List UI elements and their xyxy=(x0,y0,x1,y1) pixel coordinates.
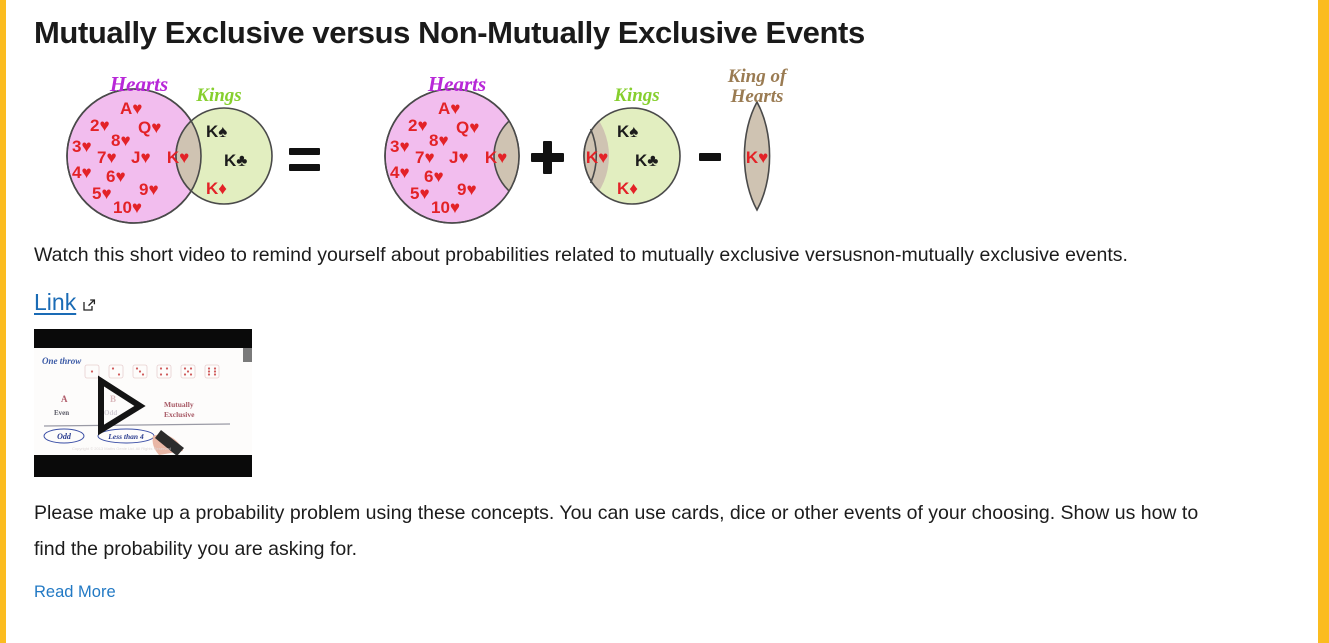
video-label-b-sub: Odd xyxy=(104,409,117,417)
video-result-line2: Exclusive xyxy=(164,410,195,419)
svg-text:4♥: 4♥ xyxy=(390,163,410,182)
svg-text:A♥: A♥ xyxy=(120,99,142,118)
external-link-icon xyxy=(82,298,96,312)
svg-text:2♥: 2♥ xyxy=(90,116,110,135)
content-column: Mutually Exclusive versus Non-Mutually E… xyxy=(34,0,1214,602)
video-label-a: A xyxy=(61,394,68,404)
operator-minus xyxy=(699,153,721,162)
svg-text:3♥: 3♥ xyxy=(72,137,92,156)
svg-text:K♦: K♦ xyxy=(206,179,227,198)
svg-text:K♦: K♦ xyxy=(617,179,638,198)
operator-plus xyxy=(531,141,564,175)
paragraph-watch-video: Watch this short video to remind yoursel… xyxy=(34,244,1128,267)
read-more-link[interactable]: Read More xyxy=(34,583,116,602)
svg-text:5♥: 5♥ xyxy=(410,184,430,203)
link-row: Link xyxy=(34,287,1214,317)
left-accent-bar xyxy=(0,0,6,643)
video-label-b: B xyxy=(110,394,116,404)
overlap-card-1: K♥ xyxy=(167,148,189,167)
overlap-card-3: K♥ xyxy=(586,148,608,167)
operator-equals xyxy=(289,148,320,172)
svg-text:10♥: 10♥ xyxy=(431,198,460,217)
king-of-hearts-label-line1: King of xyxy=(727,66,788,87)
svg-text:7♥: 7♥ xyxy=(415,148,435,167)
svg-text:7♥: 7♥ xyxy=(97,148,117,167)
svg-text:K♠: K♠ xyxy=(206,122,227,141)
venn-svg: Hearts Kings A♥ 2♥ Q♥ 8♥ 3♥ 7♥ J♥ 4♥ 6♥ … xyxy=(66,66,788,224)
video-letterbox-top xyxy=(34,329,252,349)
svg-text:J♥: J♥ xyxy=(131,148,151,167)
right-accent-bar xyxy=(1318,0,1329,643)
hearts-label-1: Hearts xyxy=(109,72,168,96)
svg-text:K♠: K♠ xyxy=(617,122,638,141)
svg-text:Q♥: Q♥ xyxy=(456,118,479,137)
kings-label-3: Kings xyxy=(613,85,659,106)
svg-text:9♥: 9♥ xyxy=(457,180,477,199)
video-frame-content: One throw A Even B Odd Mutually Exclusiv… xyxy=(34,348,252,456)
hearts-label-2: Hearts xyxy=(427,72,486,96)
page-root: Mutually Exclusive versus Non-Mutually E… xyxy=(0,0,1329,643)
svg-text:Odd: Odd xyxy=(57,432,72,441)
video-letterbox-bottom xyxy=(34,455,252,478)
video-label-a-sub: Even xyxy=(54,409,69,417)
venn-group-4: King of Hearts K♥ xyxy=(727,66,788,212)
overlap-card-2: K♥ xyxy=(485,148,507,167)
paragraph-assignment: Please make up a probability problem usi… xyxy=(34,502,1199,561)
page-title: Mutually Exclusive versus Non-Mutually E… xyxy=(34,15,865,50)
venn-diagram-figure: Hearts Kings A♥ 2♥ Q♥ 8♥ 3♥ 7♥ J♥ 4♥ 6♥ … xyxy=(34,61,794,229)
svg-text:J♥: J♥ xyxy=(449,148,469,167)
venn-group-1: Hearts Kings A♥ 2♥ Q♥ 8♥ 3♥ 7♥ J♥ 4♥ 6♥ … xyxy=(66,72,273,224)
svg-text:2♥: 2♥ xyxy=(408,116,428,135)
king-of-hearts-label-line2: Hearts xyxy=(730,86,784,107)
svg-text:K♣: K♣ xyxy=(224,151,247,170)
svg-text:K♣: K♣ xyxy=(635,151,658,170)
svg-text:10♥: 10♥ xyxy=(113,198,142,217)
svg-text:3♥: 3♥ xyxy=(390,137,410,156)
kings-label-1: Kings xyxy=(195,85,241,106)
svg-text:A♥: A♥ xyxy=(438,99,460,118)
video-link[interactable]: Link xyxy=(34,289,76,316)
svg-text:Q♥: Q♥ xyxy=(138,118,161,137)
svg-text:4♥: 4♥ xyxy=(72,163,92,182)
svg-text:Less than 4: Less than 4 xyxy=(107,432,144,441)
video-result-line1: Mutually xyxy=(164,400,194,409)
svg-text:9♥: 9♥ xyxy=(139,180,159,199)
svg-text:5♥: 5♥ xyxy=(92,184,112,203)
venn-group-2: Hearts A♥ 2♥ Q♥ 8♥ 3♥ 7♥ J♥ 4♥ 6♥ 5♥ 9♥ … xyxy=(384,72,520,224)
king-of-hearts-card: K♥ xyxy=(746,148,768,167)
video-copyright-strip: Copyright © 2013 Maths Genie Ltd. All Ri… xyxy=(72,446,171,451)
video-thumbnail[interactable]: One throw A Even B Odd Mutually Exclusiv… xyxy=(34,329,252,478)
video-heading-text: One throw xyxy=(42,356,82,366)
